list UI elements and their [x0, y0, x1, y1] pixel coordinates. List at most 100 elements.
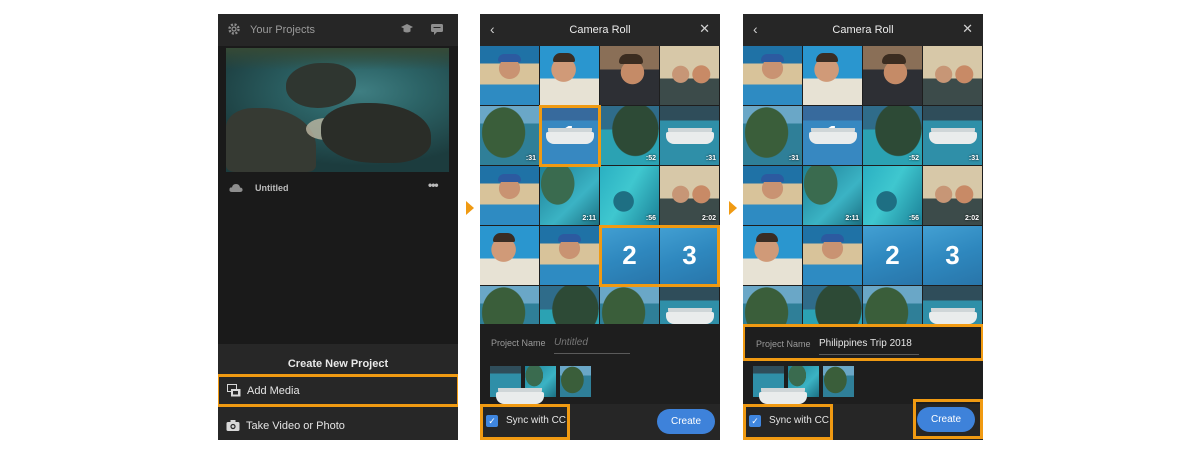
- media-tile[interactable]: :52: [863, 106, 922, 165]
- video-duration: 2:11: [845, 215, 859, 222]
- media-tile[interactable]: [600, 286, 659, 324]
- camera-roll-footer: ✓ Sync with CC Create: [743, 399, 983, 440]
- selected-overlay: [540, 106, 599, 165]
- video-duration: :31: [525, 155, 536, 162]
- selection-number: 3: [945, 240, 960, 270]
- media-tile[interactable]: [480, 166, 539, 225]
- media-tile[interactable]: 2:11: [803, 166, 862, 225]
- media-tile[interactable]: 3: [660, 226, 719, 285]
- video-duration: :31: [705, 155, 716, 162]
- camera-roll-screen: ‹ Camera Roll ✕ :31 1:52:31 2:11:56 2:02 2 3 …: [480, 14, 720, 440]
- selected-media-tray: [490, 366, 591, 397]
- video-duration: :56: [645, 215, 656, 222]
- media-tile[interactable]: [600, 46, 659, 105]
- project-name: Untitled: [255, 183, 289, 193]
- camera-roll-title: Camera Roll: [569, 24, 631, 36]
- gear-icon[interactable]: [227, 22, 241, 36]
- selection-number: 2: [622, 240, 637, 270]
- selected-media-thumb[interactable]: [753, 366, 784, 397]
- media-grid: :31 1 :52 :31 2:11 :56 2:02 2 3: [480, 46, 720, 324]
- projects-title: Your Projects: [250, 24, 316, 36]
- media-tile[interactable]: [803, 46, 862, 105]
- selection-number: 1: [562, 120, 577, 150]
- selected-media-tray: [753, 366, 854, 397]
- camera-roll-header: ‹ Camera Roll ✕: [480, 14, 720, 46]
- create-button[interactable]: Create: [657, 409, 715, 434]
- media-tile[interactable]: [863, 46, 922, 105]
- media-tile[interactable]: 2:11: [540, 166, 599, 225]
- media-tile[interactable]: [803, 286, 862, 324]
- media-tile[interactable]: [480, 286, 539, 324]
- project-row[interactable]: Untitled •••: [218, 178, 458, 202]
- media-tile[interactable]: [923, 46, 982, 105]
- thumbnail-rock: [226, 108, 316, 172]
- camera-roll-footer: ✓ Sync with CC Create: [480, 404, 720, 440]
- project-name-label: Project Name: [756, 339, 811, 349]
- media-grid: :31 1:52:31 2:11:56 2:02 2 3: [743, 46, 983, 324]
- media-tile[interactable]: [863, 286, 922, 324]
- create-project-sheet: Create New Project Add Media Take Video …: [218, 344, 458, 440]
- projects-screen: Your Projects Untitled ••• Create New Pr…: [218, 14, 458, 440]
- project-name-row: Project Name Untitled: [480, 329, 720, 361]
- chat-bubble-icon[interactable]: [430, 22, 444, 36]
- media-tile[interactable]: 2:02: [660, 166, 719, 225]
- close-icon[interactable]: ✕: [699, 21, 710, 37]
- media-tile[interactable]: [660, 46, 719, 105]
- camera-icon: [226, 420, 240, 431]
- media-tile[interactable]: 1: [540, 106, 599, 165]
- media-tile[interactable]: 2:02: [923, 166, 982, 225]
- more-options-button[interactable]: •••: [428, 178, 439, 192]
- selected-media-thumb[interactable]: [823, 366, 854, 397]
- media-tile[interactable]: [923, 286, 982, 324]
- media-tile[interactable]: :52: [600, 106, 659, 165]
- media-tile[interactable]: :31: [743, 106, 802, 165]
- media-tile[interactable]: [743, 226, 802, 285]
- thumbnail-rock: [286, 63, 356, 108]
- step-arrow-icon: [466, 201, 474, 215]
- media-tile[interactable]: [660, 286, 719, 324]
- media-tile[interactable]: 3: [923, 226, 982, 285]
- media-tile[interactable]: 2: [863, 226, 922, 285]
- media-tile[interactable]: :56: [600, 166, 659, 225]
- step-arrow-icon: [729, 201, 737, 215]
- graduation-cap-icon[interactable]: [400, 22, 414, 36]
- media-tile[interactable]: [480, 226, 539, 285]
- media-tile[interactable]: [480, 46, 539, 105]
- selected-media-thumb[interactable]: [490, 366, 521, 397]
- add-media-button[interactable]: Add Media: [218, 374, 458, 407]
- media-tile[interactable]: [743, 46, 802, 105]
- media-tile[interactable]: 2: [600, 226, 659, 285]
- thumbnail-rock: [321, 103, 431, 163]
- project-name-label: Project Name: [491, 338, 546, 348]
- sync-highlight: [743, 404, 833, 440]
- video-duration: 2:02: [701, 215, 716, 222]
- selected-overlay: [803, 106, 862, 165]
- media-tile[interactable]: :31: [660, 106, 719, 165]
- project-name-input[interactable]: Philippines Trip 2018: [819, 337, 919, 355]
- close-icon[interactable]: ✕: [962, 21, 973, 37]
- media-tile[interactable]: [803, 226, 862, 285]
- selection-number: 1: [825, 120, 840, 150]
- take-video-or-photo-button[interactable]: Take Video or Photo: [218, 411, 458, 440]
- media-tile[interactable]: [743, 286, 802, 324]
- projects-header: Your Projects: [218, 14, 458, 46]
- cloud-icon: [229, 184, 243, 192]
- media-tile[interactable]: [540, 46, 599, 105]
- media-tile[interactable]: [540, 286, 599, 324]
- project-name-input[interactable]: Untitled: [554, 336, 630, 354]
- media-tile[interactable]: 1: [803, 106, 862, 165]
- media-tile[interactable]: :31: [480, 106, 539, 165]
- video-duration: :31: [788, 155, 799, 162]
- camera-roll-title: Camera Roll: [832, 24, 894, 36]
- camera-roll-header: ‹ Camera Roll ✕: [743, 14, 983, 46]
- create-highlight: Create: [913, 399, 983, 439]
- media-tile[interactable]: :56: [863, 166, 922, 225]
- create-button[interactable]: Create: [917, 407, 975, 432]
- add-media-icon: [227, 384, 241, 397]
- media-tile[interactable]: [540, 226, 599, 285]
- selected-media-thumb[interactable]: [560, 366, 591, 397]
- media-tile[interactable]: :31: [923, 106, 982, 165]
- project-thumbnail[interactable]: [226, 48, 449, 172]
- media-tile[interactable]: [743, 166, 802, 225]
- sync-highlight: [480, 404, 570, 440]
